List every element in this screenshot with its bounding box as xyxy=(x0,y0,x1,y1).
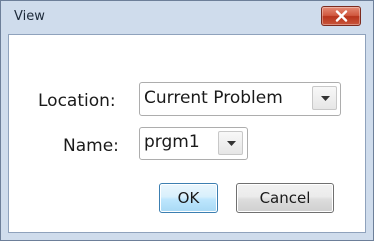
name-dropdown[interactable]: prgm1 xyxy=(139,127,248,160)
location-dropdown-button[interactable] xyxy=(312,86,337,110)
name-label: Name: xyxy=(63,136,119,156)
close-button[interactable] xyxy=(321,6,361,26)
view-dialog: View Location: Current Problem Name: prg… xyxy=(0,0,374,241)
dialog-title: View xyxy=(14,9,45,24)
cancel-button[interactable]: Cancel xyxy=(236,183,334,213)
location-label: Location: xyxy=(38,91,116,111)
close-x-icon xyxy=(335,10,348,22)
chevron-down-icon xyxy=(227,141,236,146)
title-bar[interactable]: View xyxy=(1,1,373,33)
chevron-down-icon xyxy=(321,96,330,101)
name-dropdown-button[interactable] xyxy=(218,131,243,155)
ok-button[interactable]: OK xyxy=(159,183,218,213)
location-dropdown[interactable]: Current Problem xyxy=(139,82,341,116)
dialog-body: Location: Current Problem Name: prgm1 OK… xyxy=(8,34,366,233)
name-value: prgm1 xyxy=(144,132,200,152)
location-value: Current Problem xyxy=(144,88,283,108)
